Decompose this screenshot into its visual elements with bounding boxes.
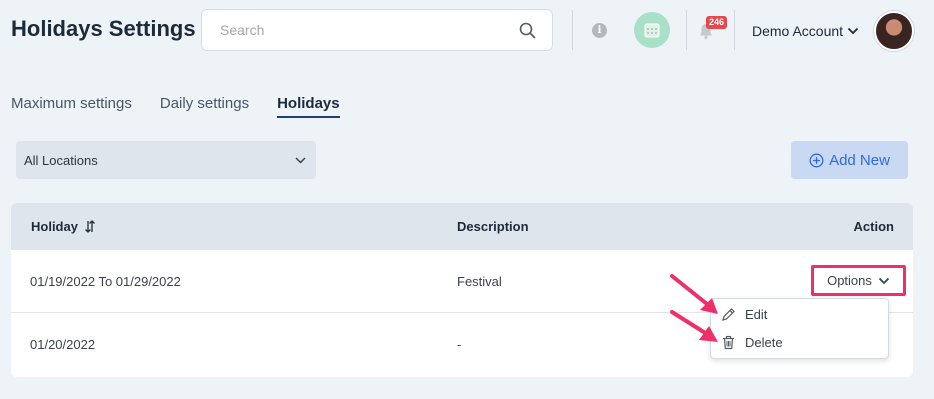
account-name: Demo Account [752, 23, 844, 39]
annotation-arrow [670, 310, 718, 342]
account-menu[interactable]: Demo Account [752, 23, 859, 39]
location-select-value: All Locations [24, 152, 98, 168]
search-input[interactable] [220, 22, 518, 38]
options-button[interactable]: Options [811, 265, 906, 296]
options-dropdown-menu: Edit Delete [710, 298, 889, 359]
tab-maximum-settings[interactable]: Maximum settings [11, 95, 132, 118]
search-icon[interactable] [518, 21, 536, 39]
holiday-date: 01/19/2022 To 01/29/2022 [30, 274, 181, 289]
chevron-down-icon [295, 156, 306, 164]
holiday-description: - [457, 337, 462, 352]
notification-badge: 246 [706, 16, 728, 29]
calendar-icon [644, 23, 660, 38]
chevron-down-icon [847, 27, 859, 35]
divider [572, 10, 573, 50]
tab-daily-settings[interactable]: Daily settings [160, 95, 249, 118]
holiday-date: 01/20/2022 [30, 337, 96, 352]
column-header-action: Action [853, 219, 894, 234]
page-title: Holidays Settings [11, 16, 196, 41]
tab-bar: Maximum settings Daily settings Holidays [11, 95, 340, 118]
plus-circle-icon [809, 153, 824, 167]
options-label: Options [827, 273, 872, 288]
avatar[interactable] [874, 11, 914, 51]
divider [686, 10, 687, 50]
calendar-button[interactable] [634, 12, 670, 48]
column-header-description: Description [457, 219, 529, 234]
location-select[interactable]: All Locations [16, 141, 316, 179]
divider [734, 10, 735, 50]
chevron-down-icon [878, 277, 890, 284]
add-new-button[interactable]: Add New [791, 141, 908, 179]
search-box[interactable] [201, 9, 553, 51]
sort-icon[interactable] [84, 219, 96, 234]
table-header: Holiday Description Action [11, 203, 913, 250]
tab-holidays[interactable]: Holidays [277, 95, 340, 118]
info-icon[interactable]: i [592, 23, 607, 38]
holiday-description: Festival [457, 274, 502, 289]
add-new-label: Add New [829, 151, 890, 169]
menu-item-delete[interactable]: Delete [721, 335, 783, 350]
column-header-holiday[interactable]: Holiday [31, 219, 96, 234]
menu-item-edit[interactable]: Edit [721, 307, 767, 322]
